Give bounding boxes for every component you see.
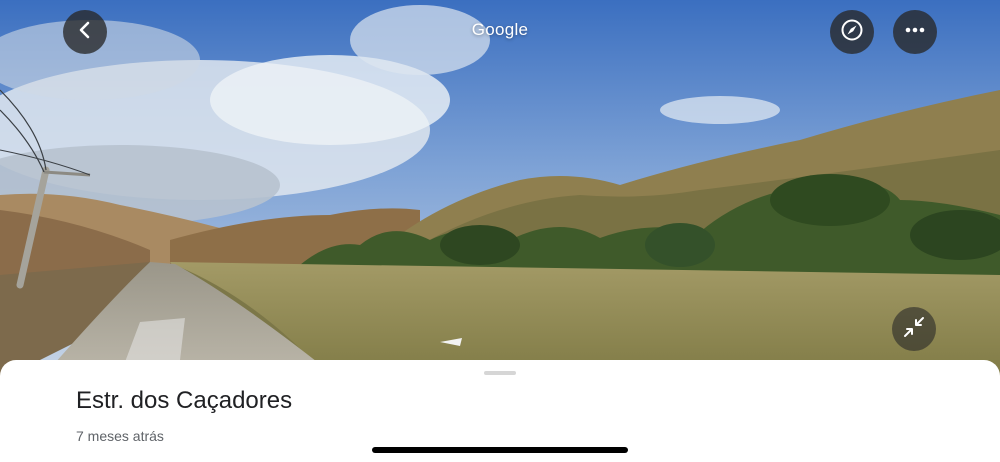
panorama-image — [0, 0, 1000, 380]
collapse-arrows-icon — [903, 316, 925, 343]
sheet-drag-handle[interactable] — [484, 371, 516, 375]
place-info-sheet[interactable]: Estr. dos Caçadores 7 meses atrás — [0, 360, 1000, 462]
compass-icon — [840, 18, 864, 47]
compass-button[interactable] — [830, 10, 874, 54]
back-button[interactable] — [63, 10, 107, 54]
street-view-panorama[interactable] — [0, 0, 1000, 380]
more-options-button[interactable] — [893, 10, 937, 54]
capture-date: 7 meses atrás — [76, 428, 164, 444]
back-arrow-icon — [75, 20, 95, 45]
place-name: Estr. dos Caçadores — [76, 387, 293, 414]
collapse-view-button[interactable] — [892, 307, 936, 351]
home-indicator[interactable] — [372, 447, 628, 453]
more-options-icon — [903, 18, 927, 47]
